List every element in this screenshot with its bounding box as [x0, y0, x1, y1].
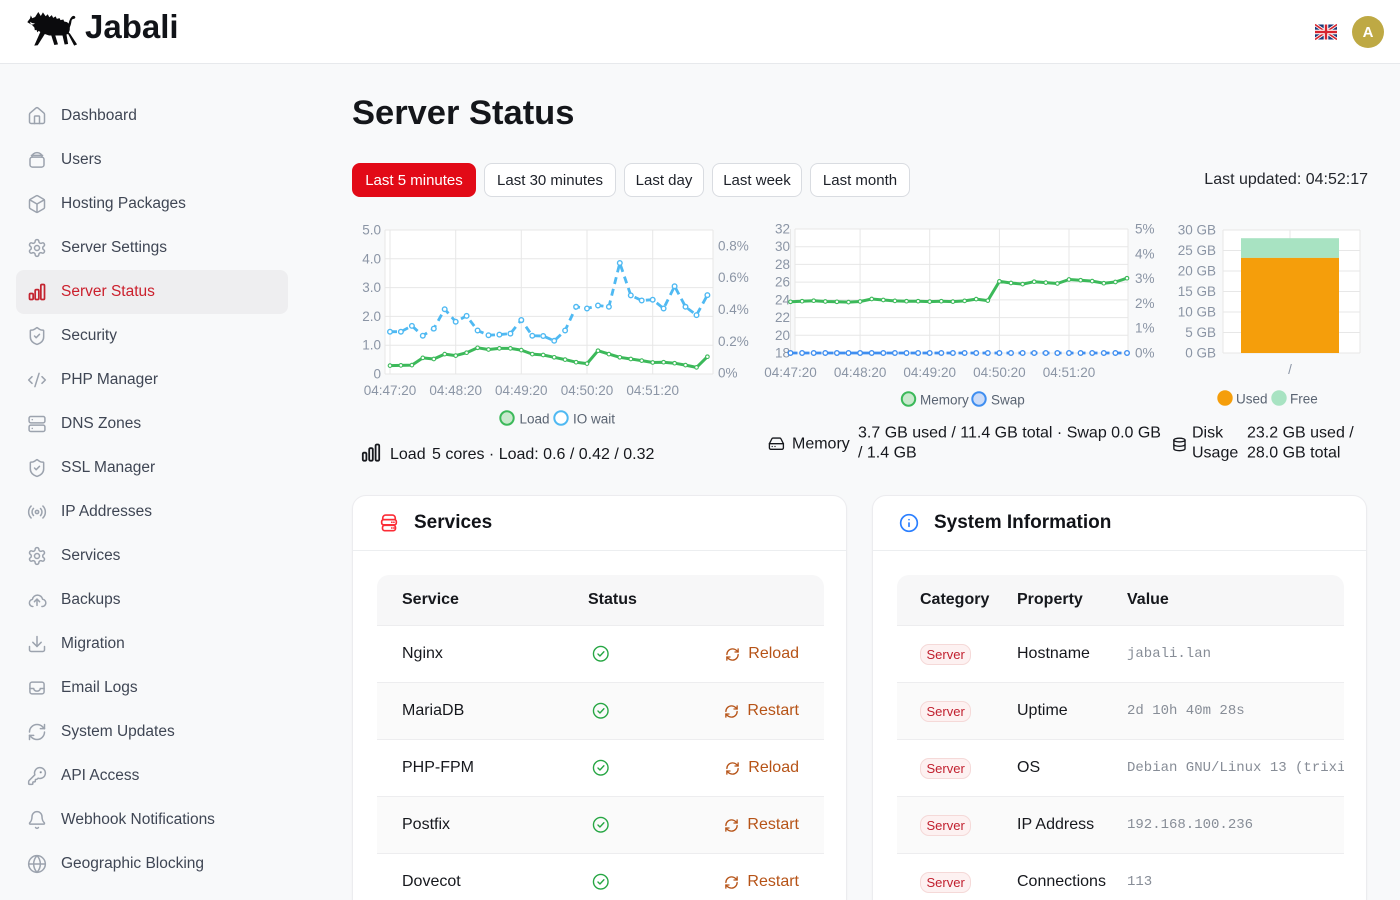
svg-text:25 GB: 25 GB [1178, 243, 1216, 258]
svg-text:0.8%: 0.8% [718, 239, 749, 254]
svg-text:Used: Used [1236, 392, 1268, 407]
svg-text:15 GB: 15 GB [1178, 284, 1216, 299]
svg-text:0.6%: 0.6% [718, 270, 749, 285]
svg-text:Load: Load [520, 412, 550, 427]
svg-text:4.0: 4.0 [362, 251, 381, 266]
svg-text:3.7 GB used / 11.4 GB total ·: 3.7 GB used / 11.4 GB total · Swap 0.0 G… [858, 425, 1161, 442]
svg-text:32: 32 [775, 222, 790, 237]
svg-text:/ 1.4 GB: / 1.4 GB [858, 445, 917, 462]
svg-text:Disk: Disk [1192, 425, 1224, 442]
svg-text:04:51:20: 04:51:20 [1043, 365, 1096, 380]
svg-text:5%: 5% [1135, 222, 1155, 237]
svg-text:/: / [1288, 362, 1292, 377]
svg-text:24: 24 [775, 292, 791, 307]
svg-text:Load: Load [390, 446, 426, 462]
svg-text:04:49:20: 04:49:20 [903, 365, 956, 380]
svg-text:23.2 GB used /: 23.2 GB used / [1247, 425, 1354, 442]
svg-text:1%: 1% [1135, 321, 1155, 336]
svg-text:20 GB: 20 GB [1178, 264, 1216, 279]
svg-text:04:51:20: 04:51:20 [626, 383, 679, 398]
svg-text:IO wait: IO wait [573, 412, 615, 427]
svg-text:10 GB: 10 GB [1178, 305, 1216, 320]
svg-text:Free: Free [1290, 392, 1318, 407]
svg-text:5 cores · Load: 0.6 / 0.42 / 0: 5 cores · Load: 0.6 / 0.42 / 0.32 [432, 446, 654, 462]
svg-text:26: 26 [775, 275, 790, 290]
svg-text:22: 22 [775, 310, 790, 325]
svg-text:0.2%: 0.2% [718, 334, 749, 349]
svg-text:5.0: 5.0 [362, 223, 381, 238]
svg-text:0: 0 [373, 367, 381, 382]
svg-text:0%: 0% [1135, 346, 1155, 361]
svg-text:30: 30 [775, 239, 790, 254]
svg-text:04:47:20: 04:47:20 [364, 383, 417, 398]
svg-text:04:48:20: 04:48:20 [429, 383, 482, 398]
svg-text:2%: 2% [1135, 296, 1155, 311]
svg-text:0 GB: 0 GB [1185, 346, 1216, 361]
svg-text:4%: 4% [1135, 246, 1155, 261]
svg-text:30 GB: 30 GB [1178, 223, 1216, 238]
svg-text:Memory: Memory [920, 393, 969, 408]
svg-text:04:48:20: 04:48:20 [834, 365, 887, 380]
svg-text:28.0 GB total: 28.0 GB total [1247, 445, 1340, 462]
svg-text:04:47:20: 04:47:20 [764, 365, 817, 380]
svg-text:0%: 0% [718, 366, 738, 381]
svg-text:0.4%: 0.4% [718, 302, 749, 317]
svg-text:Memory: Memory [792, 436, 850, 453]
svg-text:04:49:20: 04:49:20 [495, 383, 548, 398]
svg-text:Swap: Swap [991, 393, 1025, 408]
svg-text:20: 20 [775, 328, 790, 343]
svg-text:28: 28 [775, 257, 790, 272]
svg-text:5 GB: 5 GB [1185, 325, 1216, 340]
svg-text:04:50:20: 04:50:20 [973, 365, 1026, 380]
svg-text:1.0: 1.0 [362, 338, 381, 353]
svg-text:3.0: 3.0 [362, 280, 381, 295]
svg-text:Usage: Usage [1192, 445, 1238, 462]
svg-text:04:50:20: 04:50:20 [561, 383, 614, 398]
svg-text:2.0: 2.0 [362, 309, 381, 324]
svg-text:3%: 3% [1135, 271, 1155, 286]
